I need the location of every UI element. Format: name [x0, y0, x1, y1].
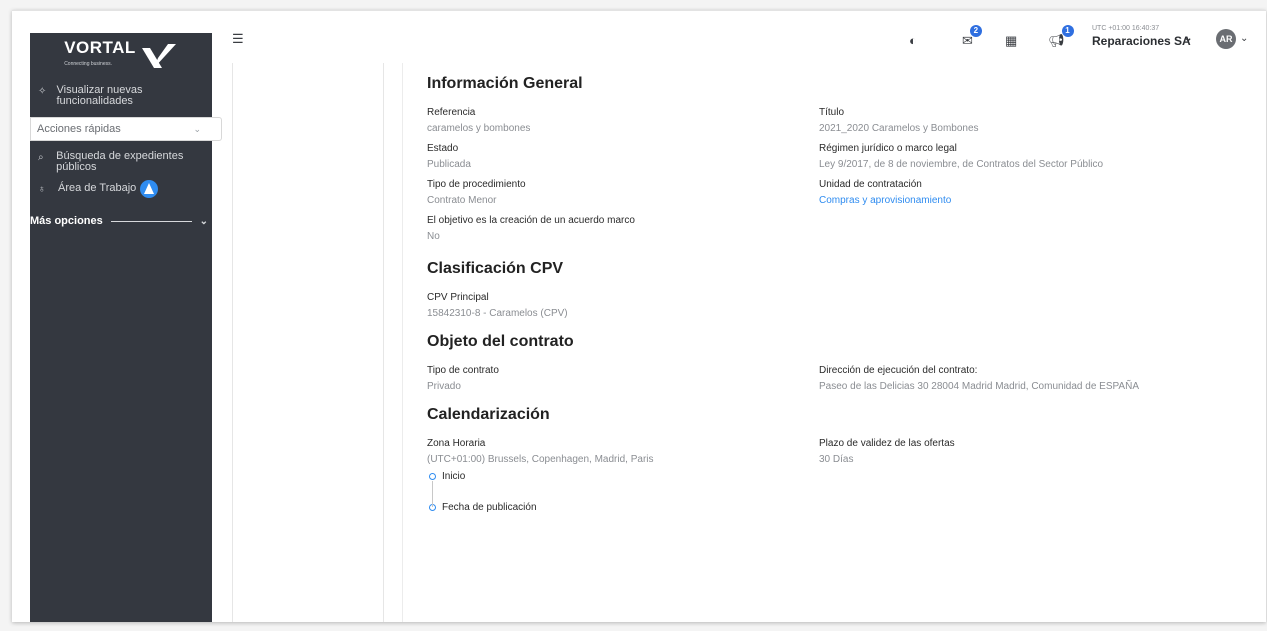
quick-actions-label: Acciones rápidas: [37, 123, 121, 135]
timezone-clock: UTC +01:00 16:40:37: [1092, 25, 1160, 32]
field-estado: Estado Publicada: [427, 143, 471, 170]
brand-name: VORTAL: [64, 38, 136, 57]
cpv-section: Clasificación CPV CPV Principal 15842310…: [427, 260, 1227, 319]
chevron-down-icon[interactable]: ⌄: [1240, 33, 1248, 44]
announcements-badge: 1: [1061, 25, 1074, 37]
workspace-logo-icon: [140, 180, 159, 198]
mail-icon[interactable]: ✉ 2: [962, 25, 982, 49]
messages-badge: 2: [969, 25, 982, 37]
company-name: Reparaciones SA: [1092, 34, 1191, 48]
sidebar-item-label: Búsqueda de expedientes públicos: [56, 150, 184, 173]
sidebar-item-new-features[interactable]: ✧ Visualizar nuevas funcionalidades: [30, 79, 212, 111]
quick-actions-dropdown[interactable]: Acciones rápidas ⌄: [30, 117, 222, 141]
company-selector[interactable]: UTC +01:00 16:40:37 Reparaciones SA ⌄: [1092, 25, 1193, 48]
contract-object-section: Objeto del contrato Tipo de contrato Pri…: [427, 333, 1227, 392]
side-panel: [232, 63, 384, 622]
sidebar-item-label: Visualizar nuevas funcionalidades: [56, 84, 143, 107]
schedule-section: Calendarización Zona Horaria (UTC+01:00)…: [427, 406, 1227, 513]
sidebar-item-label: Área de Trabajo: [58, 182, 137, 194]
sidebar: VORTAL Connecting business. ✧ Visualizar…: [30, 33, 222, 622]
section-title: Información General: [427, 75, 583, 92]
field-unidad: Unidad de contratación Compras y aprovis…: [819, 179, 1211, 206]
field-zona-horaria: Zona Horaria (UTC+01:00) Brussels, Copen…: [427, 438, 654, 465]
brand-tagline: Connecting business.: [64, 61, 112, 67]
field-acuerdo-marco: El objetivo es la creación de un acuerdo…: [427, 215, 635, 242]
contrast-icon[interactable]: ◐: [909, 33, 917, 48]
more-options-label: Más opciones: [30, 215, 103, 227]
timeline-dot-icon: [429, 473, 436, 480]
field-referencia: Referencia caramelos y bombones: [427, 107, 531, 134]
more-options-toggle[interactable]: Más opciones ⌄: [30, 205, 212, 227]
timeline-connector: [432, 481, 433, 507]
workspace-icon: ♁: [38, 184, 46, 195]
schedule-timeline: Inicio Fecha de publicación: [427, 471, 1227, 513]
field-cpv-principal: CPV Principal 15842310-8 - Caramelos (CP…: [427, 292, 568, 319]
field-plazo-validez: Plazo de validez de las ofertas 30 Días: [819, 438, 955, 465]
section-title: Calendarización: [427, 406, 550, 423]
sidebar-item-workspace[interactable]: ♁ Área de Trabajo: [30, 177, 212, 205]
timeline-item-inicio[interactable]: Inicio: [429, 471, 1227, 482]
chevron-down-icon: ⌄: [1184, 33, 1193, 44]
unidad-link[interactable]: Compras y aprovisionamiento: [819, 195, 1211, 206]
section-title: Clasificación CPV: [427, 260, 564, 277]
chevron-down-icon: ⌄: [193, 123, 201, 134]
timeline-item-publicacion[interactable]: Fecha de publicación: [429, 502, 1227, 513]
field-regimen: Régimen jurídico o marco legal Ley 9/201…: [819, 143, 1104, 170]
divider: [110, 220, 192, 222]
divider: [402, 63, 403, 622]
vortal-logo[interactable]: VORTAL Connecting business.: [30, 33, 212, 79]
topbar: ☰ ◐ ✉ 2 ▦ 📢︎ 1 UTC +01:00 16:40:37 Reparac…: [212, 11, 1266, 63]
sidebar-item-search-records[interactable]: ⌕ Búsqueda de expedientes públicos: [30, 145, 212, 177]
megaphone-icon[interactable]: 📢︎ 1: [1048, 25, 1074, 49]
general-info-section: Información General Referencia caramelos…: [427, 75, 1227, 242]
field-procedimiento: Tipo de procedimiento Contrato Menor: [427, 179, 526, 206]
field-titulo: Título 2021_2020 Caramelos y Bombones: [819, 107, 979, 134]
main-content: Información General Referencia caramelos…: [427, 75, 1227, 533]
section-title: Objeto del contrato: [427, 333, 574, 350]
menu-collapse-icon[interactable]: ☰: [232, 31, 244, 47]
app-window: VORTAL Connecting business. ✧ Visualizar…: [12, 10, 1266, 622]
avatar[interactable]: AR: [1216, 29, 1236, 49]
sparkle-icon: ✧: [38, 86, 47, 97]
chevron-down-icon: ⌄: [199, 215, 208, 227]
vortal-mark-icon: [141, 44, 176, 68]
search-doc-icon: ⌕: [38, 152, 44, 163]
calendar-icon[interactable]: ▦: [1005, 33, 1017, 49]
field-tipo-contrato: Tipo de contrato Privado: [427, 365, 499, 392]
field-direccion: Dirección de ejecución del contrato: Pas…: [819, 365, 1139, 392]
